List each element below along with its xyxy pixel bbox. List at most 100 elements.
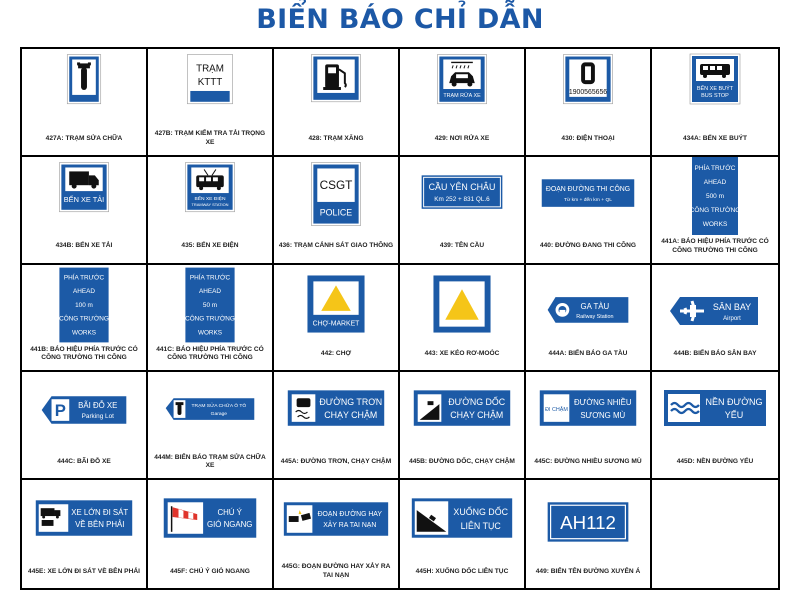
sign-card-434b: BẾN XE TẢI 434B: BẾN XE TẢI <box>22 156 148 265</box>
sign-caption: 442: CHỢ <box>320 350 352 358</box>
sign-card-449: AH112 449: BIỂN TÊN ĐƯỜNG XUYÊN Á <box>526 480 652 588</box>
sign-439: CẦU YÊN CHÂU Km 252 + 831 QL.6 <box>421 175 503 209</box>
sign-card-429: TRẠM RỬA XE 429: NƠI RỬA XE <box>400 49 526 157</box>
sign-text: KTTT <box>198 77 223 88</box>
sign-436: CSGT POLICE <box>311 162 361 226</box>
sign-430: 1900565656 <box>563 54 613 105</box>
sign-441b: PHÍA TRƯỚC AHEAD 100 m CÔNG TRƯỜNG WORKS <box>59 267 109 342</box>
sign-caption: 445B: ĐƯỜNG DỐC, CHẠY CHẬM <box>409 457 515 465</box>
sign-text: AH112 <box>560 512 616 533</box>
sign-text: AHEAD <box>73 288 95 295</box>
sign-text: TRAMWAY STATION <box>191 202 228 207</box>
sign-text: ĐƯỜNG DỐC <box>448 397 506 408</box>
sign-text: WORKS <box>72 329 96 336</box>
sign-card-441b: PHÍA TRƯỚC AHEAD 100 m CÔNG TRƯỜNG WORKS… <box>22 264 148 373</box>
sign-text: ĐI CHẬM <box>545 406 568 413</box>
sign-caption: 445G: ĐOẠN ĐƯỜNG HAY XẢY RA TAI NẠN <box>281 563 391 579</box>
sign-caption: 444A: BIỂN BÁO GA TÀU <box>548 350 628 358</box>
sign-text: Parking Lot <box>82 413 114 420</box>
sign-text: BUS STOP <box>701 93 729 99</box>
sign-text: SƯƠNG MÙ <box>580 411 625 420</box>
sign-text: POLICE <box>320 207 353 217</box>
sign-card-445e: XE LỚN ĐI SÁT VỀ BÊN PHẢI 445E: XE LỚN Đ… <box>22 480 148 588</box>
sign-440: ĐOẠN ĐƯỜNG THI CÔNG Từ km + đến km + QL <box>541 179 635 207</box>
sign-427a <box>66 54 102 105</box>
sign-434a: BẾN XE BUÝT BUS STOP <box>689 53 741 105</box>
sign-441c: PHÍA TRƯỚC AHEAD 50 m CÔNG TRƯỜNG WORKS <box>185 267 235 342</box>
sign-text: Garage <box>211 411 228 417</box>
sign-card-428: 428: TRẠM XĂNG <box>274 49 400 157</box>
sign-445b: ĐƯỜNG DỐC CHẠY CHẬM <box>413 390 511 427</box>
sign-text: YẾU <box>725 410 744 420</box>
sign-caption: 441B: BÁO HIỆU PHÍA TRƯỚC CÓ CÔNG TRƯỜNG… <box>30 345 138 362</box>
sign-text: 500 m <box>706 193 724 200</box>
sign-text: TRẠM SỬA CHỮA Ô TÔ <box>192 402 247 409</box>
sign-text: NỀN ĐƯỜNG <box>706 397 763 407</box>
sign-caption: 434A: BẾN XE BUÝT <box>682 134 748 142</box>
sign-caption: 440: ĐƯỜNG ĐANG THI CÔNG <box>539 242 637 250</box>
sign-text: PHÍA TRƯỚC <box>64 272 105 281</box>
sign-text: XE LỚN ĐI SÁT <box>71 508 128 517</box>
sign-caption: 439: TÊN CẦU <box>439 242 485 250</box>
sign-card-436: CSGT POLICE 436: TRẠM CẢNH SÁT GIAO THÔN… <box>274 156 400 265</box>
sign-card-435: BẾN XE ĐIỆN TRAMWAY STATION 435: BẾN XE … <box>148 156 274 265</box>
sign-text: 1900565656 <box>569 89 607 96</box>
svg-text:P: P <box>55 401 66 420</box>
sign-card-445g: ĐOẠN ĐƯỜNG HAY XẢY RA TAI NẠN 445G: ĐOẠN… <box>274 480 400 588</box>
sign-427b: TRẠM KTTT <box>187 54 233 105</box>
sign-card-445b: ĐƯỜNG DỐC CHẠY CHẬM 445B: ĐƯỜNG DỐC, CHẠ… <box>400 372 526 481</box>
sign-441a: PHÍA TRƯỚC AHEAD 500 m CÔNG TRƯỜNG WORKS <box>690 156 741 235</box>
sign-444b: SÂN BAY Airport <box>670 296 758 325</box>
sign-text: PHÍA TRƯỚC <box>695 163 736 172</box>
sign-445c: ĐI CHẬM ĐƯỜNG NHIỀU SƯƠNG MÙ <box>539 390 637 427</box>
sign-caption: 443: XE KÉO RƠ-MOÓC <box>424 350 500 358</box>
sign-card-445h: XUỐNG DỐC LIÊN TỤC 445H: XUỐNG DỐC LIÊN … <box>400 480 526 588</box>
sign-card-445a: ĐƯỜNG TRƠN CHẠY CHẬM 445A: ĐƯỜNG TRƠN, C… <box>274 372 400 481</box>
sign-text: CSGT <box>320 178 353 192</box>
telephone-icon <box>581 62 595 85</box>
sign-caption: 444C: BÃI ĐỖ XE <box>57 457 111 465</box>
sign-card-444b: SÂN BAY Airport 444B: BIỂN BÁO SÂN BAY <box>652 265 778 373</box>
sign-text: ĐOẠN ĐƯỜNG THI CÔNG <box>546 184 630 193</box>
sign-caption: 449: BIỂN TÊN ĐƯỜNG XUYÊN Á <box>535 567 641 575</box>
sign-text: TRẠM RỬA XE <box>443 92 481 99</box>
sign-grid: 427A: TRẠM SỬA CHỮA TRẠM KTTT 427B: TRẠM… <box>20 47 780 590</box>
sign-text: Từ km + đến km + QL <box>564 197 612 203</box>
sign-text: ĐƯỜNG TRƠN <box>319 398 382 408</box>
sign-445f: CHÚ Ý GIÓ NGANG <box>163 498 257 538</box>
sign-caption: 435: BẾN XE ĐIỆN <box>181 242 239 250</box>
sign-card-441a: PHÍA TRƯỚC AHEAD 500 m CÔNG TRƯỜNG WORKS… <box>652 156 778 265</box>
sign-text: WORKS <box>703 221 728 228</box>
sign-caption: 428: TRẠM XĂNG <box>308 134 364 142</box>
sign-card-430: 1900565656 430: ĐIỆN THOẠI <box>526 49 652 157</box>
sign-text: AHEAD <box>199 288 221 295</box>
sign-443 <box>433 275 491 333</box>
sign-text: ĐƯỜNG NHIỀU <box>574 398 632 408</box>
sign-434b: BẾN XE TẢI <box>59 162 109 212</box>
sign-text: Railway Station <box>576 313 613 319</box>
sign-card-427b: TRẠM KTTT 427B: TRẠM KIỂM TRA TẢI TRỌNG … <box>148 49 274 157</box>
sign-card-434a: BẾN XE BUÝT BUS STOP 434A: BẾN XE BUÝT <box>652 49 778 157</box>
sign-caption: 445D: NỀN ĐƯỜNG YẾU <box>676 457 754 465</box>
sign-text: Airport <box>723 316 741 322</box>
sign-text: CHẠY CHẬM <box>450 410 503 420</box>
sign-text: CÔNG TRƯỜNG <box>690 205 741 214</box>
sign-caption: 445F: CHÚ Ý GIÓ NGANG <box>170 567 250 575</box>
sign-caption: 441A: BÁO HIỆU PHÍA TRƯỚC CÓ CÔNG TRƯỜNG… <box>661 238 769 254</box>
sign-429: TRẠM RỬA XE <box>437 54 487 105</box>
sign-card-444m: TRẠM SỬA CHỮA Ô TÔ Garage 444M: BIỂN BÁO… <box>148 372 274 481</box>
sign-caption: 430: ĐIỆN THOẠI <box>561 134 615 142</box>
sign-428 <box>311 54 361 103</box>
sign-caption: 444B: BIỂN BÁO SÂN BAY <box>673 350 757 358</box>
sign-card-444c: P BÃI ĐỖ XE Parking Lot 444C: BÃI ĐỖ XE <box>22 372 148 481</box>
sign-card-445d: NỀN ĐƯỜNG YẾU 445D: NỀN ĐƯỜNG YẾU <box>652 372 778 481</box>
sign-caption: 441C: BÁO HIỆU PHÍA TRƯỚC CÓ CÔNG TRƯỜNG… <box>156 345 264 362</box>
sign-card-440: ĐOẠN ĐƯỜNG THI CÔNG Từ km + đến km + QL … <box>526 156 652 265</box>
sign-text: CHỢ-MARKET <box>313 320 361 327</box>
sign-444c: P BÃI ĐỖ XE Parking Lot <box>41 396 127 425</box>
sign-card-439: CẦU YÊN CHÂU Km 252 + 831 QL.6 439: TÊN … <box>400 156 526 265</box>
sign-text: XẢY RA TAI NẠN <box>323 520 376 529</box>
sign-text: CHẠY CHẬM <box>324 410 377 420</box>
sign-text: CÔNG TRƯỜNG <box>59 313 109 322</box>
sign-caption: 436: TRẠM CẢNH SÁT GIAO THÔNG <box>278 242 394 250</box>
